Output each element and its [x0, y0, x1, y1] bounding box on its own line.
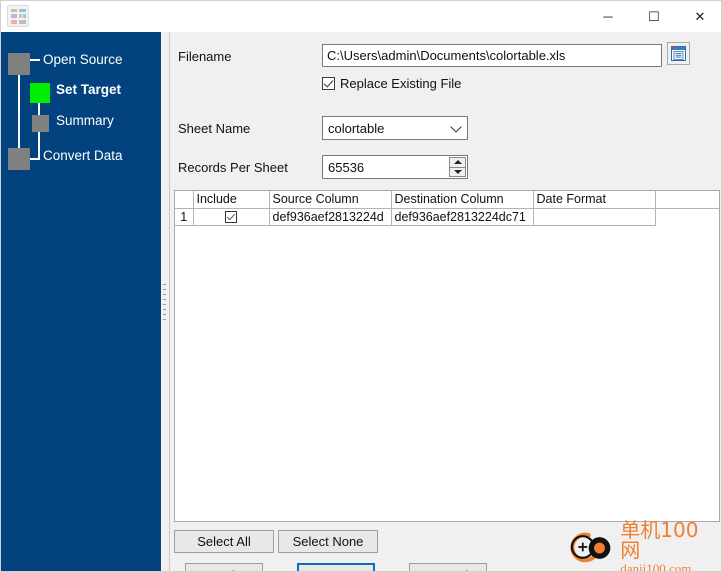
chevron-down-icon	[450, 121, 462, 133]
sidebar-item-summary[interactable]: Summary	[1, 110, 161, 138]
select-none-button[interactable]: Select None	[278, 530, 378, 553]
select-all-label: Select All	[197, 534, 251, 549]
column-header-filler	[655, 191, 719, 209]
row-source-column[interactable]: def936aef2813224d	[269, 208, 392, 226]
row-destination-column[interactable]: def936aef2813224dc71	[391, 208, 534, 226]
sidebar-item-convert-data[interactable]: Convert Data	[1, 144, 161, 172]
maximize-button[interactable]: ☐	[631, 1, 677, 32]
sidebar-item-label: Open Source	[43, 52, 123, 67]
spinner-down-icon	[453, 169, 462, 174]
splitter-grip-icon	[163, 284, 167, 324]
sidebar-item-label: Convert Data	[43, 148, 123, 163]
replace-existing-file-checkbox[interactable]: Replace Existing File	[322, 76, 461, 91]
sidebar-item-set-target[interactable]: Set Target	[1, 77, 161, 105]
cancel-button[interactable]: Cancel	[409, 563, 487, 571]
application-window: ─ ☐ ✕ Open Source Set Target Summary Con…	[0, 0, 722, 572]
spinner-buttons	[449, 157, 466, 177]
sidebar-item-label: Set Target	[56, 82, 122, 97]
close-icon: ✕	[694, 9, 706, 24]
panel-splitter[interactable]	[161, 32, 169, 571]
filename-value: C:\Users\admin\Documents\colortable.xls	[327, 48, 566, 63]
records-per-sheet-input[interactable]: 65536	[322, 155, 468, 179]
target-settings-panel: Filename C:\Users\admin\Documents\colort…	[169, 32, 721, 571]
row-filler-cell	[655, 208, 719, 225]
sheet-name-select[interactable]: colortable	[322, 116, 468, 140]
filename-label: Filename	[178, 49, 232, 64]
sheet-name-value: colortable	[328, 120, 385, 136]
spinner-up-icon	[453, 160, 462, 165]
column-header-date-format[interactable]: Date Format	[533, 191, 656, 209]
select-all-button[interactable]: Select All	[174, 530, 274, 553]
maximize-icon: ☐	[648, 9, 660, 24]
column-header-destination-column[interactable]: Destination Column	[391, 191, 534, 209]
step-marker-summary	[32, 115, 49, 132]
spinner-up-button[interactable]	[449, 157, 466, 168]
row-number[interactable]: 1	[175, 208, 194, 226]
wizard-sidebar: Open Source Set Target Summary Convert D…	[1, 32, 161, 571]
grid-corner-cell[interactable]	[175, 191, 194, 209]
filename-input[interactable]: C:\Users\admin\Documents\colortable.xls	[322, 44, 662, 67]
records-per-sheet-value: 65536	[328, 159, 365, 175]
records-per-sheet-label: Records Per Sheet	[178, 160, 288, 175]
sidebar-item-label: Summary	[56, 113, 114, 128]
select-none-label: Select None	[292, 534, 364, 549]
sidebar-item-open-source[interactable]: Open Source	[1, 46, 161, 75]
table-row[interactable]: 1 def936aef2813224d def936aef2813224dc71	[175, 208, 719, 226]
replace-existing-file-label: Replace Existing File	[340, 76, 462, 91]
minimize-icon: ─	[603, 9, 613, 24]
back-label: Back	[210, 568, 239, 571]
row-include-checkbox[interactable]	[225, 211, 237, 224]
row-include-cell[interactable]	[193, 208, 270, 226]
window-controls: ─ ☐ ✕	[585, 1, 721, 32]
watermark-domain: danji100.com	[620, 560, 692, 572]
column-header-include[interactable]: Include	[193, 191, 270, 209]
circle-plus-logo-icon	[570, 532, 611, 563]
watermark-text: 单机100网 danji100.com	[620, 520, 717, 572]
column-header-source-column[interactable]: Source Column	[269, 191, 392, 209]
cancel-label: Cancel	[428, 568, 468, 571]
watermark: 单机100网 danji100.com	[567, 520, 717, 571]
column-mapping-table: Include Source Column Destination Column…	[175, 191, 719, 226]
browse-file-button[interactable]	[667, 42, 690, 65]
minimize-button[interactable]: ─	[585, 1, 631, 32]
back-button[interactable]: Back	[185, 563, 263, 571]
next-label: Next	[323, 568, 350, 571]
title-bar: ─ ☐ ✕	[1, 1, 721, 32]
step-marker-convert-data	[8, 148, 30, 170]
table-grid-icon	[7, 5, 29, 27]
checkbox-indicator	[322, 77, 335, 90]
sheet-name-label: Sheet Name	[178, 121, 251, 136]
next-button[interactable]: Next	[297, 563, 375, 571]
step-marker-open-source	[8, 53, 30, 75]
spinner-down-button[interactable]	[449, 167, 466, 177]
row-date-format[interactable]	[533, 208, 656, 226]
column-mapping-grid[interactable]: Include Source Column Destination Column…	[174, 190, 720, 522]
watermark-site-name: 单机100网	[620, 517, 699, 562]
table-header-row: Include Source Column Destination Column…	[175, 191, 719, 209]
close-button[interactable]: ✕	[677, 1, 721, 32]
step-marker-set-target	[30, 83, 50, 103]
file-document-icon	[671, 46, 686, 61]
